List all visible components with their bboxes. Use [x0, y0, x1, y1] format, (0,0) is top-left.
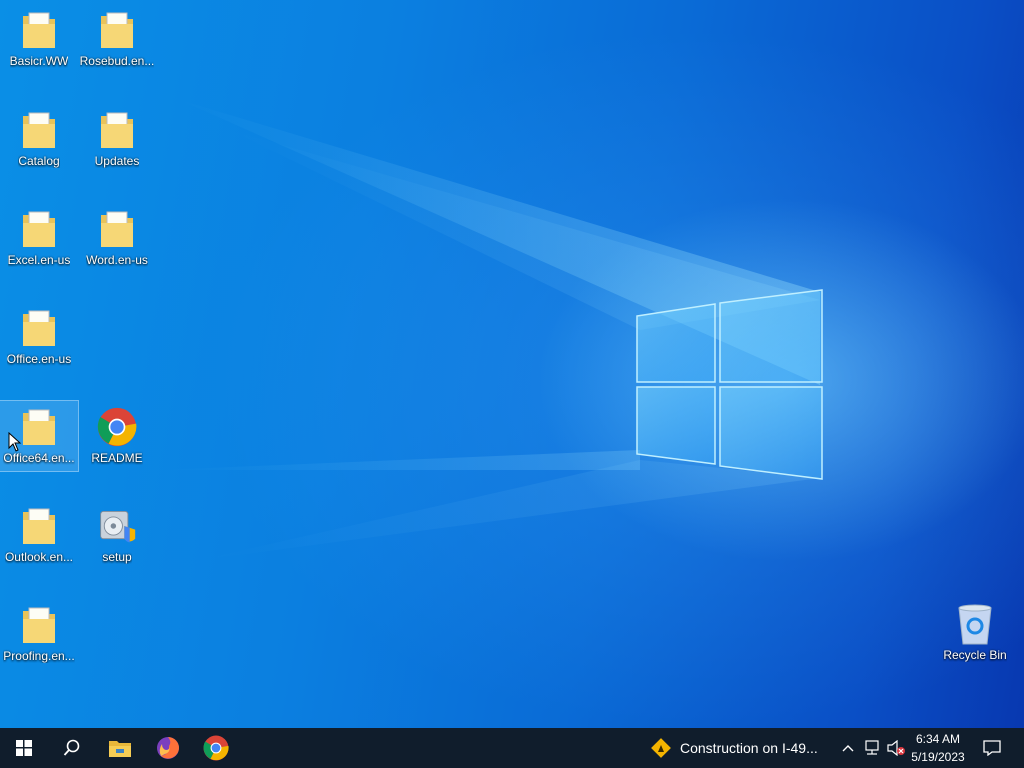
icon-label: Basicr.WW: [9, 54, 69, 68]
start-icon: [16, 740, 32, 756]
search-button[interactable]: [48, 728, 96, 768]
recycle-bin-icon: [955, 602, 995, 646]
icon-label: Proofing.en...: [3, 649, 75, 663]
desktop-icon-catalog[interactable]: Catalog: [0, 104, 78, 174]
chrome-icon: [203, 735, 229, 761]
desktop-icon-word[interactable]: Word.en-us: [78, 203, 156, 273]
volume-muted-icon[interactable]: [884, 728, 908, 768]
folder-icon: [19, 207, 59, 251]
desktop-icon-readme[interactable]: README: [78, 401, 156, 471]
file-explorer-icon: [109, 741, 131, 757]
system-tray: [836, 728, 908, 768]
icon-label: Excel.en-us: [7, 253, 71, 267]
desktop-icon-recycle-bin[interactable]: Recycle Bin: [936, 598, 1014, 668]
taskbar: Construction on I-49... 6:34 AM 5/19/202…: [0, 728, 1024, 768]
icon-label: Rosebud.en...: [79, 54, 155, 68]
folder-icon: [19, 603, 59, 647]
folder-icon: [19, 8, 59, 52]
folder-icon: [19, 504, 59, 548]
notification-button[interactable]: [978, 728, 1006, 768]
icon-label: Office64.en...: [3, 451, 75, 465]
icon-label: Outlook.en...: [4, 550, 74, 564]
icon-label: setup: [102, 550, 132, 564]
desktop-icon-office[interactable]: Office.en-us: [0, 302, 78, 372]
icon-label: Catalog: [18, 154, 60, 168]
start-button[interactable]: [0, 728, 48, 768]
icon-label: Word.en-us: [86, 253, 148, 267]
folder-icon: [19, 405, 59, 449]
folder-icon: [19, 108, 59, 152]
desktop-icon-setup[interactable]: setup: [78, 500, 156, 570]
folder-icon: [19, 306, 59, 350]
desktop-icon-proofing[interactable]: Proofing.en...: [0, 599, 78, 669]
icon-label: Recycle Bin: [943, 648, 1007, 662]
chevron-up-icon[interactable]: [836, 728, 860, 768]
icon-label: Office.en-us: [6, 352, 72, 366]
firefox-button[interactable]: [144, 728, 192, 768]
windows-logo-wallpaper: [636, 289, 823, 480]
clock-date: 5/19/2023: [911, 750, 965, 764]
clock-time: 6:34 AM: [915, 732, 961, 746]
road-work-icon: [651, 738, 671, 758]
notification-icon: [983, 740, 1001, 756]
desktop-icon-outlook[interactable]: Outlook.en...: [0, 500, 78, 570]
file-explorer-button[interactable]: [96, 728, 144, 768]
news-widget[interactable]: Construction on I-49...: [650, 728, 818, 768]
folder-icon: [97, 207, 137, 251]
desktop-icon-rosebud[interactable]: Rosebud.en...: [78, 4, 156, 74]
icon-label: README: [91, 451, 143, 465]
search-icon: [63, 739, 80, 756]
folder-icon: [97, 108, 137, 152]
folder-icon: [97, 8, 137, 52]
news-label: Construction on I-49...: [680, 740, 818, 756]
clock[interactable]: 6:34 AM 5/19/2023: [906, 730, 970, 766]
desktop-icon-basicr[interactable]: Basicr.WW: [0, 4, 78, 74]
desktop-icon-updates[interactable]: Updates: [78, 104, 156, 174]
chrome-taskbar-button[interactable]: [192, 728, 240, 768]
desktop-icon-excel[interactable]: Excel.en-us: [0, 203, 78, 273]
desktop[interactable]: Basicr.WW Rosebud.en... Catalog Updates …: [0, 0, 1024, 728]
chrome-icon: [97, 405, 137, 449]
firefox-icon: [157, 737, 179, 759]
icon-label: Updates: [94, 154, 140, 168]
setup-icon: [97, 504, 137, 548]
network-icon[interactable]: [860, 728, 884, 768]
mouse-cursor-icon: [8, 432, 22, 452]
